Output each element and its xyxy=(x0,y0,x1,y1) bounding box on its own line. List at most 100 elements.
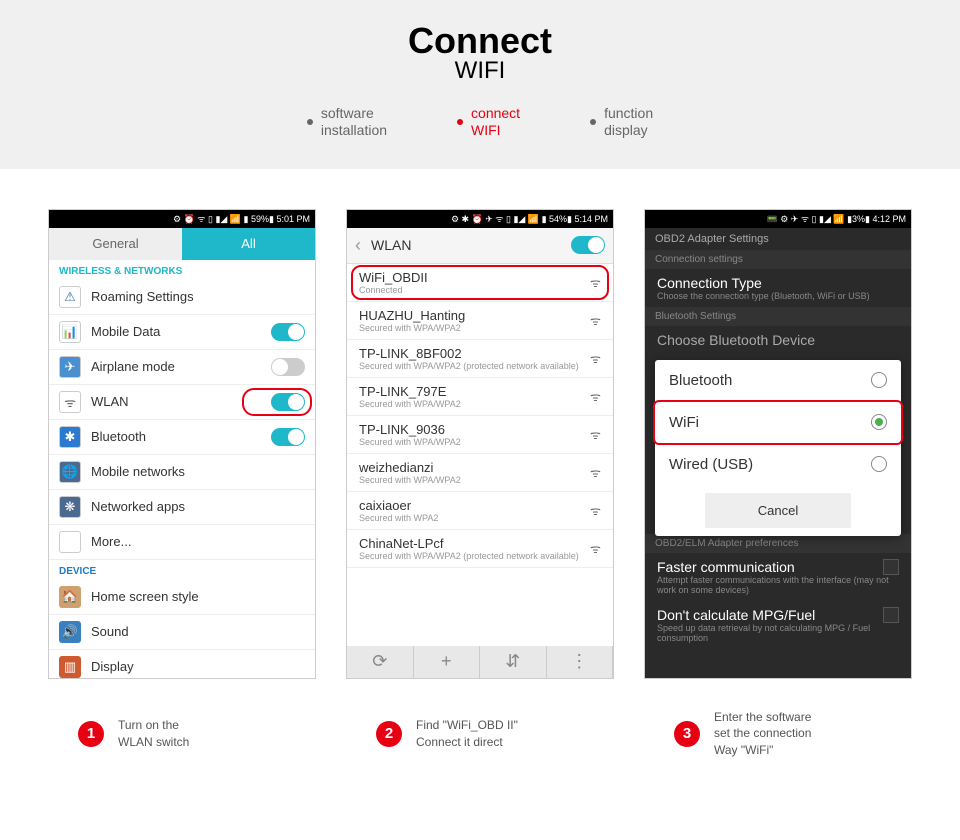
setting-icon: 🌐 xyxy=(59,461,81,483)
settings-row[interactable]: 🌐Mobile networks xyxy=(49,455,315,490)
setting-icon: ✈ xyxy=(59,356,81,378)
setting-icon: ⚠ xyxy=(59,286,81,308)
wifi-name: TP-LINK_9036 xyxy=(359,422,590,437)
phone-wlan: ⚙ ✱ ⏰ ✈ ᯤ ▯ ▮◢ 📶 ▮ 54%▮ 5:14 PM ‹ WLAN W… xyxy=(346,209,614,679)
wlan-toggle[interactable] xyxy=(571,236,605,254)
setting-label: Display xyxy=(91,659,305,674)
settings-row[interactable]: ▥ Display xyxy=(49,650,315,679)
cancel-button[interactable]: Cancel xyxy=(705,493,851,528)
wifi-security: Secured with WPA/WPA2 xyxy=(359,475,590,485)
page-subtitle: WIFI xyxy=(0,57,960,85)
wlan-header: ‹ WLAN xyxy=(347,228,613,264)
toggle-on[interactable] xyxy=(271,428,305,446)
setting-label: Home screen style xyxy=(91,589,305,604)
bottom-bar: ⟳ + ⇵ ⋮ xyxy=(347,646,613,678)
wifi-security: Secured with WPA/WPA2 (protected network… xyxy=(359,551,590,561)
tab-function-display[interactable]: function display xyxy=(590,105,653,139)
wifi-name: weizhedianzi xyxy=(359,460,590,475)
phone-obd-settings: 📟 ⚙ ✈ ᯤ ▯ ▮◢ 📶 ▮3%▮ 4:12 PM OBD2 Adapter… xyxy=(644,209,912,679)
wifi-name: HUAZHU_Hanting xyxy=(359,308,590,323)
section-device: DEVICE xyxy=(49,560,315,580)
wifi-network-row[interactable]: ChinaNet-LPcfSecured with WPA/WPA2 (prot… xyxy=(347,530,613,568)
wifi-security: Secured with WPA2 xyxy=(359,513,590,523)
wifi-name: ChinaNet-LPcf xyxy=(359,536,590,551)
setting-label: Networked apps xyxy=(91,499,305,514)
wifi-network-row[interactable]: WiFi_OBDIIConnectedᯤ xyxy=(347,264,613,302)
setting-label: Sound xyxy=(91,624,305,639)
status-bar: ⚙ ✱ ⏰ ✈ ᯤ ▯ ▮◢ 📶 ▮ 54%▮ 5:14 PM xyxy=(347,210,613,228)
toggle-off[interactable] xyxy=(271,358,305,376)
settings-row[interactable]: 🏠 Home screen style xyxy=(49,580,315,615)
dot-icon xyxy=(307,119,313,125)
wlan-title: WLAN xyxy=(371,237,571,253)
setting-icon: 🏠 xyxy=(59,586,81,608)
tab-general[interactable]: General xyxy=(49,228,182,260)
caption-1: 1 Turn on the WLAN switch xyxy=(48,709,316,759)
wifi-name: TP-LINK_797E xyxy=(359,384,590,399)
setting-icon: ▥ xyxy=(59,656,81,678)
checkbox-icon[interactable] xyxy=(883,559,899,575)
faster-comm-row[interactable]: Faster communication Attempt faster comm… xyxy=(645,553,911,601)
obd-header: OBD2 Adapter Settings xyxy=(645,228,911,250)
setting-icon: ᯤ xyxy=(59,391,81,413)
wifi-network-row[interactable]: TP-LINK_8BF002Secured with WPA/WPA2 (pro… xyxy=(347,340,613,378)
wifi-security: Secured with WPA/WPA2 xyxy=(359,437,590,447)
option-wifi[interactable]: WiFi xyxy=(655,402,901,444)
toggle-on[interactable] xyxy=(271,323,305,341)
setting-icon: ❋ xyxy=(59,496,81,518)
wifi-network-row[interactable]: caixiaoerSecured with WPA2ᯤ xyxy=(347,492,613,530)
tab-all[interactable]: All xyxy=(182,228,315,260)
option-bluetooth[interactable]: Bluetooth xyxy=(655,360,901,402)
settings-row[interactable]: ⚠ Roaming Settings xyxy=(49,280,315,315)
status-bar: ⚙ ⏰ ᯤ ▯ ▮◢ 📶 ▮ 59%▮ 5:01 PM xyxy=(49,210,315,228)
mpg-row[interactable]: Don't calculate MPG/Fuel Speed up data r… xyxy=(645,601,911,649)
wifi-signal-icon: ᯤ xyxy=(590,350,601,367)
back-icon[interactable]: ‹ xyxy=(355,235,361,256)
highlight xyxy=(653,400,903,445)
refresh-icon[interactable]: ⟳ xyxy=(347,646,414,678)
section-connection: Connection settings xyxy=(645,250,911,269)
wifi-signal-icon: ᯤ xyxy=(590,540,601,557)
option-wired[interactable]: Wired (USB) xyxy=(655,444,901,485)
step-badge: 1 xyxy=(78,721,104,747)
wifi-network-row[interactable]: TP-LINK_9036Secured with WPA/WPA2ᯤ xyxy=(347,416,613,454)
wifi-signal-icon: ᯤ xyxy=(590,464,601,481)
step-text: Turn on the WLAN switch xyxy=(118,717,189,751)
menu-icon[interactable]: ⋮ xyxy=(547,646,614,678)
screenshots-row: ⚙ ⏰ ᯤ ▯ ▮◢ 📶 ▮ 59%▮ 5:01 PM General All … xyxy=(0,169,960,699)
wps-icon[interactable]: ⇵ xyxy=(480,646,547,678)
settings-row[interactable]: ✱Bluetooth xyxy=(49,420,315,455)
dot-icon xyxy=(457,119,463,125)
settings-row[interactable]: ❋ Networked apps xyxy=(49,490,315,525)
caption-3: 3 Enter the software set the connection … xyxy=(644,709,912,759)
tab-software-installation[interactable]: software installation xyxy=(307,105,387,139)
setting-icon: 📊 xyxy=(59,321,81,343)
settings-row[interactable]: 📊Mobile Data xyxy=(49,315,315,350)
wifi-security: Secured with WPA/WPA2 (protected network… xyxy=(359,361,590,371)
setting-label: Roaming Settings xyxy=(91,289,305,304)
wifi-network-row[interactable]: weizhedianziSecured with WPA/WPA2ᯤ xyxy=(347,454,613,492)
highlight xyxy=(351,265,609,300)
choose-bt-row[interactable]: Choose Bluetooth Device xyxy=(645,326,911,354)
setting-label: More... xyxy=(91,534,305,549)
checkbox-icon[interactable] xyxy=(883,607,899,623)
connection-type-row[interactable]: Connection Type Choose the connection ty… xyxy=(645,269,911,307)
wifi-signal-icon: ᯤ xyxy=(590,426,601,443)
step-text: Enter the software set the connection Wa… xyxy=(714,709,811,759)
step-text: Find "WiFi_OBD II" Connect it direct xyxy=(416,717,518,751)
settings-row[interactable]: ᯤWLAN xyxy=(49,385,315,420)
settings-row[interactable]: More... xyxy=(49,525,315,560)
tab-connect-wifi[interactable]: connect WIFI xyxy=(457,105,520,139)
setting-icon: 🔊 xyxy=(59,621,81,643)
nav-tabs: software installation connect WIFI funct… xyxy=(0,105,960,139)
setting-icon xyxy=(59,531,81,553)
add-icon[interactable]: + xyxy=(414,646,481,678)
highlight xyxy=(242,388,312,416)
wifi-network-row[interactable]: TP-LINK_797ESecured with WPA/WPA2ᯤ xyxy=(347,378,613,416)
settings-row[interactable]: ✈Airplane mode xyxy=(49,350,315,385)
wifi-network-row[interactable]: HUAZHU_HantingSecured with WPA/WPA2ᯤ xyxy=(347,302,613,340)
page-title: Connect xyxy=(0,20,960,62)
connection-modal: Bluetooth WiFi Wired (USB) Cancel xyxy=(655,360,901,536)
wifi-security: Secured with WPA/WPA2 xyxy=(359,399,590,409)
settings-row[interactable]: 🔊 Sound xyxy=(49,615,315,650)
